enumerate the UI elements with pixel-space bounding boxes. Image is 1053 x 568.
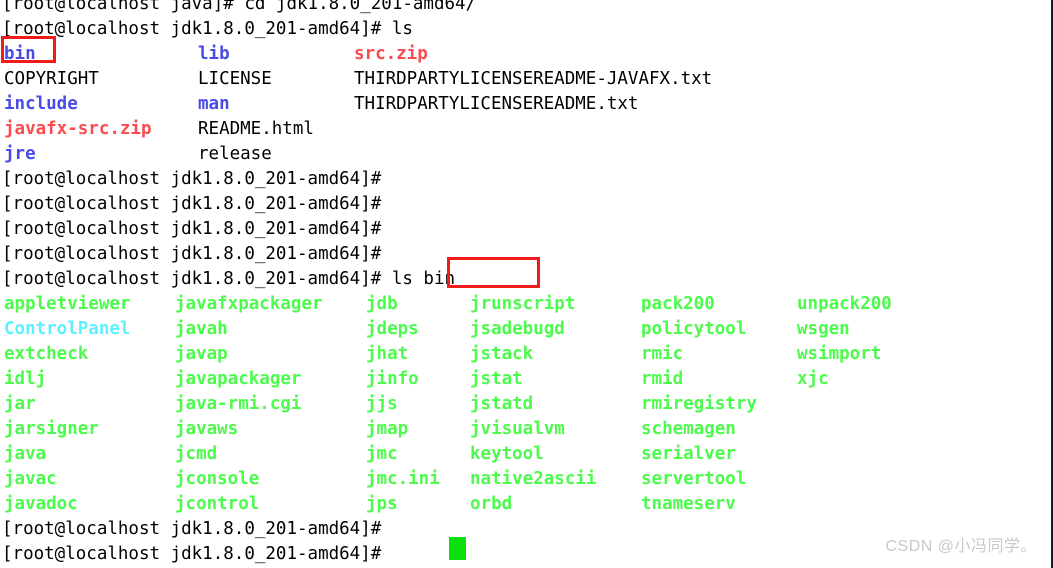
ls-entry: jdb — [366, 294, 398, 314]
ls-entry: schemagen — [641, 419, 736, 439]
ls-entry: release — [198, 144, 272, 164]
ls-entry: rmid — [641, 369, 684, 389]
prompt-ls-bin: [root@localhost jdk1.8.0_201-amd64]# — [2, 269, 392, 289]
ls-entry: pack200 — [641, 294, 715, 314]
ls-entry: jcontrol — [175, 494, 260, 514]
watermark: CSDN @小冯同学。 — [885, 538, 1037, 555]
ls-entry: javapackager — [175, 369, 302, 389]
ls-entry: jps — [366, 494, 398, 514]
ls-entry: jstat — [470, 369, 523, 389]
ls-entry: wsgen — [797, 319, 850, 339]
terminal-line-cd: [root@localhost java]# cd jdk1.8.0_201-a… — [2, 0, 477, 14]
ls-entry: src.zip — [354, 44, 428, 64]
ls-entry: servertool — [641, 469, 747, 489]
ls-entry: man — [198, 94, 230, 114]
ls-entry: jdeps — [366, 319, 419, 339]
ls-entry: jmc.ini — [366, 469, 440, 489]
ls-entry: tnameserv — [641, 494, 736, 514]
ls-entry: javaws — [175, 419, 239, 439]
ls-entry: jar — [4, 394, 36, 414]
ls-entry: javah — [175, 319, 228, 339]
terminal-line-blank-prompt-4: [root@localhost jdk1.8.0_201-amd64]# — [2, 244, 382, 264]
ls-entry: jinfo — [366, 369, 419, 389]
command-ls-bin: ls bin — [391, 269, 456, 289]
ls-entry: appletviewer — [4, 294, 131, 314]
ls-entry: java — [4, 444, 47, 464]
ls-entry: LICENSE — [198, 69, 272, 89]
terminal-window[interactable]: [root@localhost java]# cd jdk1.8.0_201-a… — [0, 0, 1053, 568]
ls-entry: java-rmi.cgi — [175, 394, 302, 414]
ls-entry: jmap — [366, 419, 409, 439]
ls-entry: bin — [4, 44, 36, 64]
ls-entry: jmc — [366, 444, 398, 464]
ls-entry: rmiregistry — [641, 394, 757, 414]
ls-entry: jjs — [366, 394, 398, 414]
ls-root-output: bin COPYRIGHT include javafx-src.zip jre lib L… — [2, 42, 1045, 167]
ls-entry: jre — [4, 144, 36, 164]
ls-entry: jrunscript — [470, 294, 576, 314]
ls-entry: COPYRIGHT — [4, 69, 99, 89]
ls-entry: javap — [175, 344, 228, 364]
ls-entry: jhat — [366, 344, 409, 364]
ls-entry: lib — [198, 44, 230, 64]
ls-entry: README.html — [198, 119, 314, 139]
terminal-line-blank-prompt-3: [root@localhost jdk1.8.0_201-amd64]# — [2, 219, 382, 239]
ls-bin-output: appletviewer ControlPanel extcheck idlj jar j… — [2, 292, 1045, 517]
ls-entry: jarsigner — [4, 419, 99, 439]
ls-entry: xjc — [797, 369, 829, 389]
ls-entry: jstack — [470, 344, 534, 364]
ls-entry: native2ascii — [470, 469, 597, 489]
ls-entry: unpack200 — [797, 294, 892, 314]
ls-entry: orbd — [470, 494, 513, 514]
terminal-line-ls-bin-command: [root@localhost jdk1.8.0_201-amd64]# ls … — [2, 267, 1045, 292]
terminal-output: [root@localhost java]# cd jdk1.8.0_201-a… — [0, 0, 1045, 567]
ls-entry: idlj — [4, 369, 47, 389]
ls-entry: wsimport — [797, 344, 882, 364]
ls-entry: jsadebugd — [470, 319, 565, 339]
ls-entry: javac — [4, 469, 57, 489]
ls-entry: ControlPanel — [4, 319, 131, 339]
ls-entry: jcmd — [175, 444, 218, 464]
terminal-line-blank-prompt-1: [root@localhost jdk1.8.0_201-amd64]# — [2, 169, 382, 189]
ls-entry: jconsole — [175, 469, 260, 489]
ls-entry: THIRDPARTYLICENSEREADME-JAVAFX.txt — [354, 69, 713, 89]
terminal-line-ls-command: [root@localhost jdk1.8.0_201-amd64]# ls — [2, 19, 413, 39]
ls-entry: extcheck — [4, 344, 89, 364]
ls-entry: keytool — [470, 444, 544, 464]
ls-entry: THIRDPARTYLICENSEREADME.txt — [354, 94, 639, 114]
ls-entry: policytool — [641, 319, 747, 339]
ls-entry: include — [4, 94, 78, 114]
terminal-line-blank-prompt-2: [root@localhost jdk1.8.0_201-amd64]# — [2, 194, 382, 214]
ls-entry: javafx-src.zip — [4, 119, 152, 139]
ls-entry: javafxpackager — [175, 294, 323, 314]
ls-entry: jvisualvm — [470, 419, 565, 439]
block-cursor — [449, 537, 466, 560]
ls-entry: javadoc — [4, 494, 78, 514]
ls-entry: serialver — [641, 444, 736, 464]
ls-entry: jstatd — [470, 394, 534, 414]
ls-entry: rmic — [641, 344, 684, 364]
